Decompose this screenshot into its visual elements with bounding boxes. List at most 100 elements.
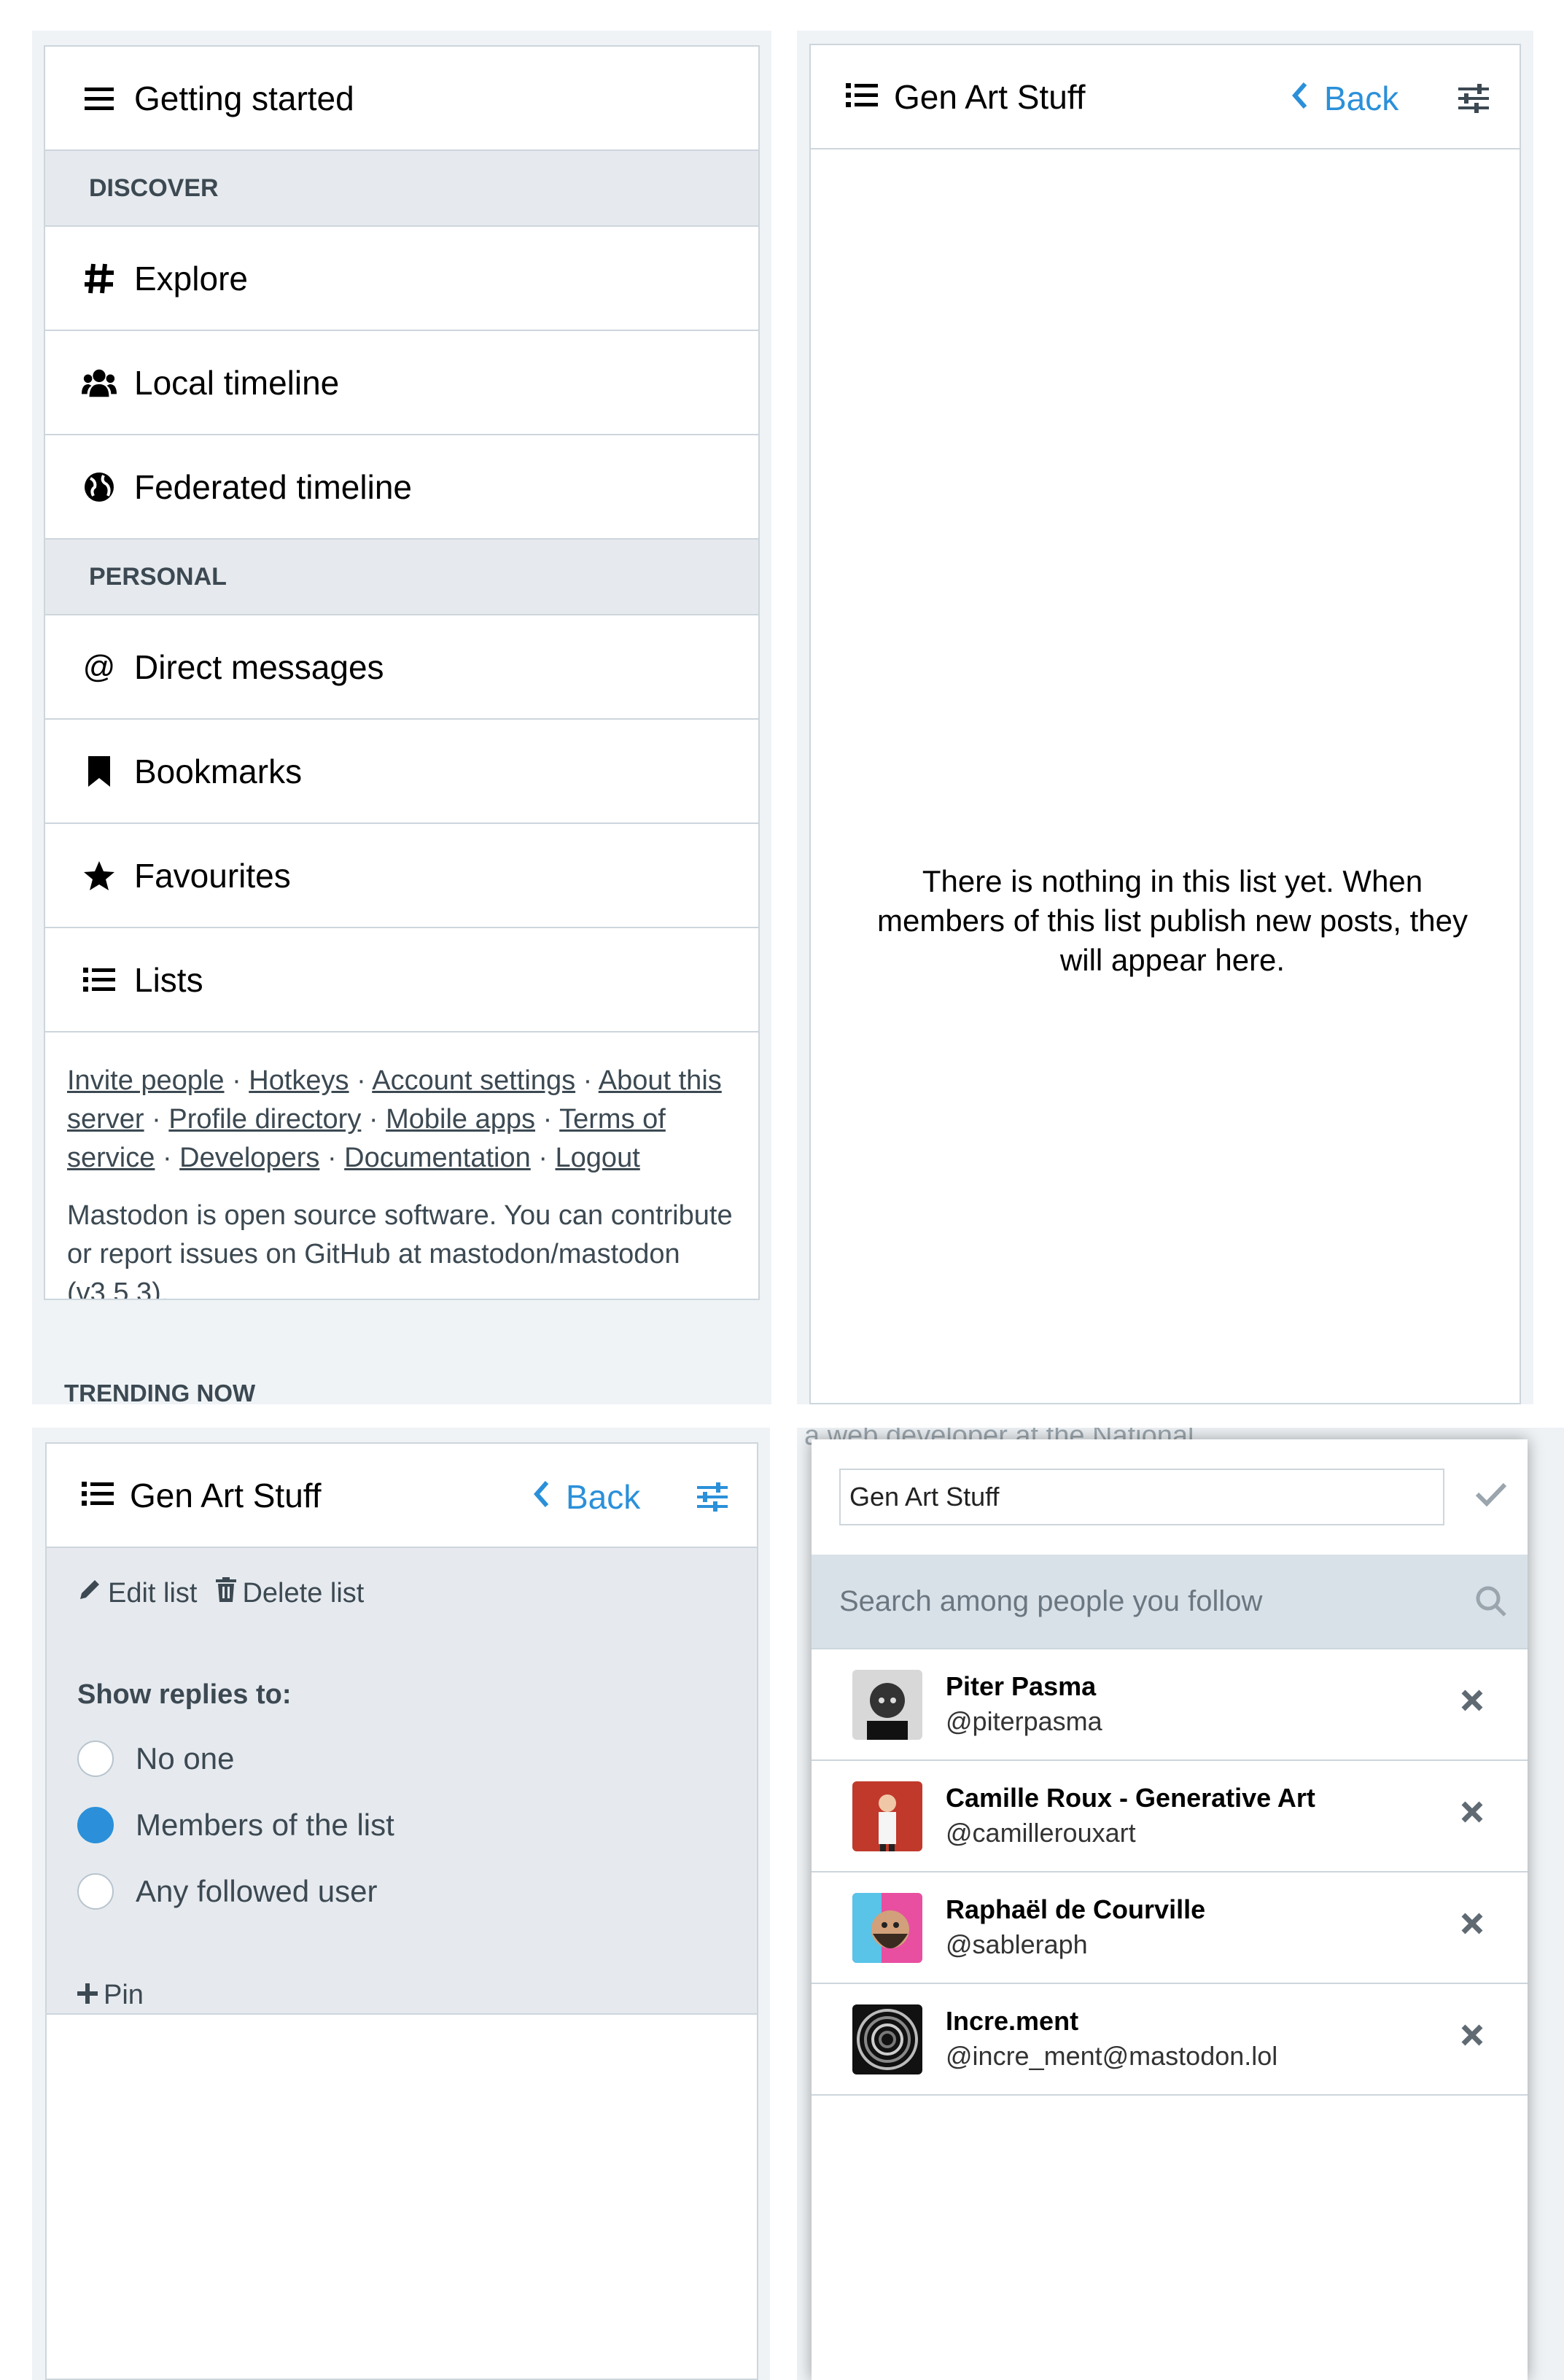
link-profile-directory[interactable]: Profile directory	[168, 1104, 361, 1135]
search-icon[interactable]	[1475, 1585, 1507, 1621]
nav-item-federated-timeline[interactable]: Federated timeline	[45, 435, 758, 540]
sliders-icon[interactable]	[1458, 82, 1489, 121]
about-text: Mastodon is open source software. You ca…	[67, 1200, 733, 1299]
avatar	[852, 2004, 922, 2074]
username: @incre_ment@mastodon.lol	[946, 2041, 1278, 2071]
list-actions: Edit list Delete list	[77, 1577, 383, 1609]
link-developers[interactable]: Developers	[179, 1143, 319, 1173]
at-sign-icon: @	[82, 648, 116, 685]
avatar	[852, 1781, 922, 1851]
link-invite-people[interactable]: Invite people	[67, 1065, 225, 1096]
sliders-icon[interactable]	[697, 1480, 728, 1520]
column-header: Gen Art Stuff Back	[47, 1444, 757, 1548]
back-label: Back	[1324, 79, 1399, 117]
navigation-column: Getting started DISCOVER Explore Local t…	[44, 45, 760, 1300]
nav-label: Local timeline	[134, 363, 340, 402]
link-documentation[interactable]: Documentation	[344, 1143, 531, 1173]
display-name: Piter Pasma	[946, 1671, 1097, 1701]
edit-list-label: Edit list	[108, 1577, 198, 1609]
link-logout[interactable]: Logout	[556, 1143, 640, 1173]
separator: ·	[162, 1143, 172, 1173]
remove-icon[interactable]	[1460, 1800, 1484, 1827]
username: @piterpasma	[946, 1706, 1102, 1736]
hamburger-icon	[82, 81, 117, 116]
username: @sableraph	[946, 1929, 1088, 1959]
username: @camillerouxart	[946, 1818, 1136, 1848]
nav-item-direct-messages[interactable]: @ Direct messages	[45, 615, 758, 720]
radio-no-one[interactable]: No one	[77, 1741, 234, 1777]
radio-label: Members of the list	[136, 1808, 394, 1842]
column-title: Gen Art Stuff	[130, 1476, 322, 1514]
display-name: Camille Roux - Generative Art	[946, 1783, 1315, 1813]
nav-label: Direct messages	[134, 648, 384, 686]
separator: ·	[152, 1104, 161, 1135]
list-settings-box: Edit list Delete list Show replies to: N…	[47, 1548, 757, 2015]
link-about-part2: server	[67, 1104, 144, 1135]
radio-indicator	[77, 1741, 114, 1777]
radio-any-followed-user[interactable]: Any followed user	[77, 1873, 378, 1910]
show-replies-label: Show replies to:	[77, 1679, 292, 1710]
list-editor-panel: a web developer at the National Gen Art …	[797, 1428, 1564, 2380]
getting-started-panel: Getting started DISCOVER Explore Local t…	[32, 31, 771, 1407]
pin-label: Pin	[104, 1980, 144, 2010]
remove-icon[interactable]	[1460, 1689, 1484, 1716]
account-row: Raphaël de Courville @sableraph	[812, 1872, 1528, 1984]
nav-label: Federated timeline	[134, 467, 412, 506]
nav-label: Explore	[134, 259, 248, 298]
link-mobile-apps[interactable]: Mobile apps	[386, 1104, 535, 1135]
link-hotkeys[interactable]: Hotkeys	[249, 1065, 349, 1096]
display-name: Incre.ment	[946, 2006, 1079, 2036]
link-terms-part1: Terms of	[559, 1104, 666, 1135]
list-timeline-panel: Gen Art Stuff Back There is nothing in t…	[797, 31, 1533, 1404]
chevron-left-icon	[534, 1477, 550, 1517]
list-name-input[interactable]: Gen Art Stuff	[839, 1469, 1444, 1525]
list-settings-panel: Gen Art Stuff Back Edit list Delete list	[32, 1428, 770, 2380]
section-personal: PERSONAL	[45, 540, 758, 615]
radio-indicator	[77, 1873, 114, 1910]
nav-item-bookmarks[interactable]: Bookmarks	[45, 720, 758, 824]
checkmark-icon[interactable]	[1475, 1482, 1507, 1510]
users-icon	[82, 365, 117, 400]
nav-item-local-timeline[interactable]: Local timeline	[45, 331, 758, 435]
separator: ·	[357, 1065, 366, 1096]
radio-indicator-selected	[77, 1807, 114, 1843]
pin-button[interactable]: Pin	[77, 1980, 144, 2011]
list-column: Gen Art Stuff Back Edit list Delete list	[45, 1442, 758, 2380]
nav-item-lists[interactable]: Lists	[45, 928, 758, 1032]
radio-members-of-list[interactable]: Members of the list	[77, 1807, 394, 1843]
separator: ·	[368, 1104, 378, 1135]
back-label: Back	[566, 1478, 641, 1516]
list-column: Gen Art Stuff Back There is nothing in t…	[809, 44, 1521, 1404]
remove-icon[interactable]	[1460, 1912, 1484, 1939]
account-row: Camille Roux - Generative Art @camillero…	[812, 1761, 1528, 1872]
separator: ·	[583, 1065, 593, 1096]
account-row: Piter Pasma @piterpasma	[812, 1649, 1528, 1761]
radio-label: No one	[136, 1741, 235, 1776]
avatar	[852, 1670, 922, 1740]
panel-title: Getting started	[134, 79, 354, 117]
separator: ·	[232, 1065, 241, 1096]
remove-icon[interactable]	[1460, 2023, 1484, 2050]
link-about-part1: About this	[598, 1065, 722, 1096]
nav-label: Favourites	[134, 856, 291, 895]
list-icon	[82, 962, 117, 998]
separator: ·	[538, 1143, 548, 1173]
plus-icon	[77, 1980, 98, 2011]
list-editor-modal: Gen Art Stuff Search among people you fo…	[812, 1439, 1528, 2380]
radio-label: Any followed user	[136, 1874, 378, 1908]
search-input[interactable]: Search among people you follow	[839, 1585, 1262, 1618]
nav-item-explore[interactable]: Explore	[45, 227, 758, 331]
link-account-settings[interactable]: Account settings	[372, 1065, 575, 1096]
back-button[interactable]: Back	[1292, 79, 1398, 118]
delete-list-button[interactable]: Delete list	[216, 1577, 364, 1609]
trending-now-heading: TRENDING NOW	[64, 1380, 256, 1407]
back-button[interactable]: Back	[534, 1477, 640, 1517]
avatar	[852, 1893, 922, 1963]
edit-list-button[interactable]: Edit list	[77, 1577, 197, 1609]
getting-started-header: Getting started	[45, 47, 758, 151]
column-header: Gen Art Stuff Back	[811, 45, 1520, 149]
list-name-row: Gen Art Stuff	[812, 1439, 1528, 1555]
empty-list-message: There is nothing in this list yet. When …	[876, 864, 1468, 977]
nav-item-favourites[interactable]: Favourites	[45, 824, 758, 928]
globe-icon	[82, 470, 117, 505]
